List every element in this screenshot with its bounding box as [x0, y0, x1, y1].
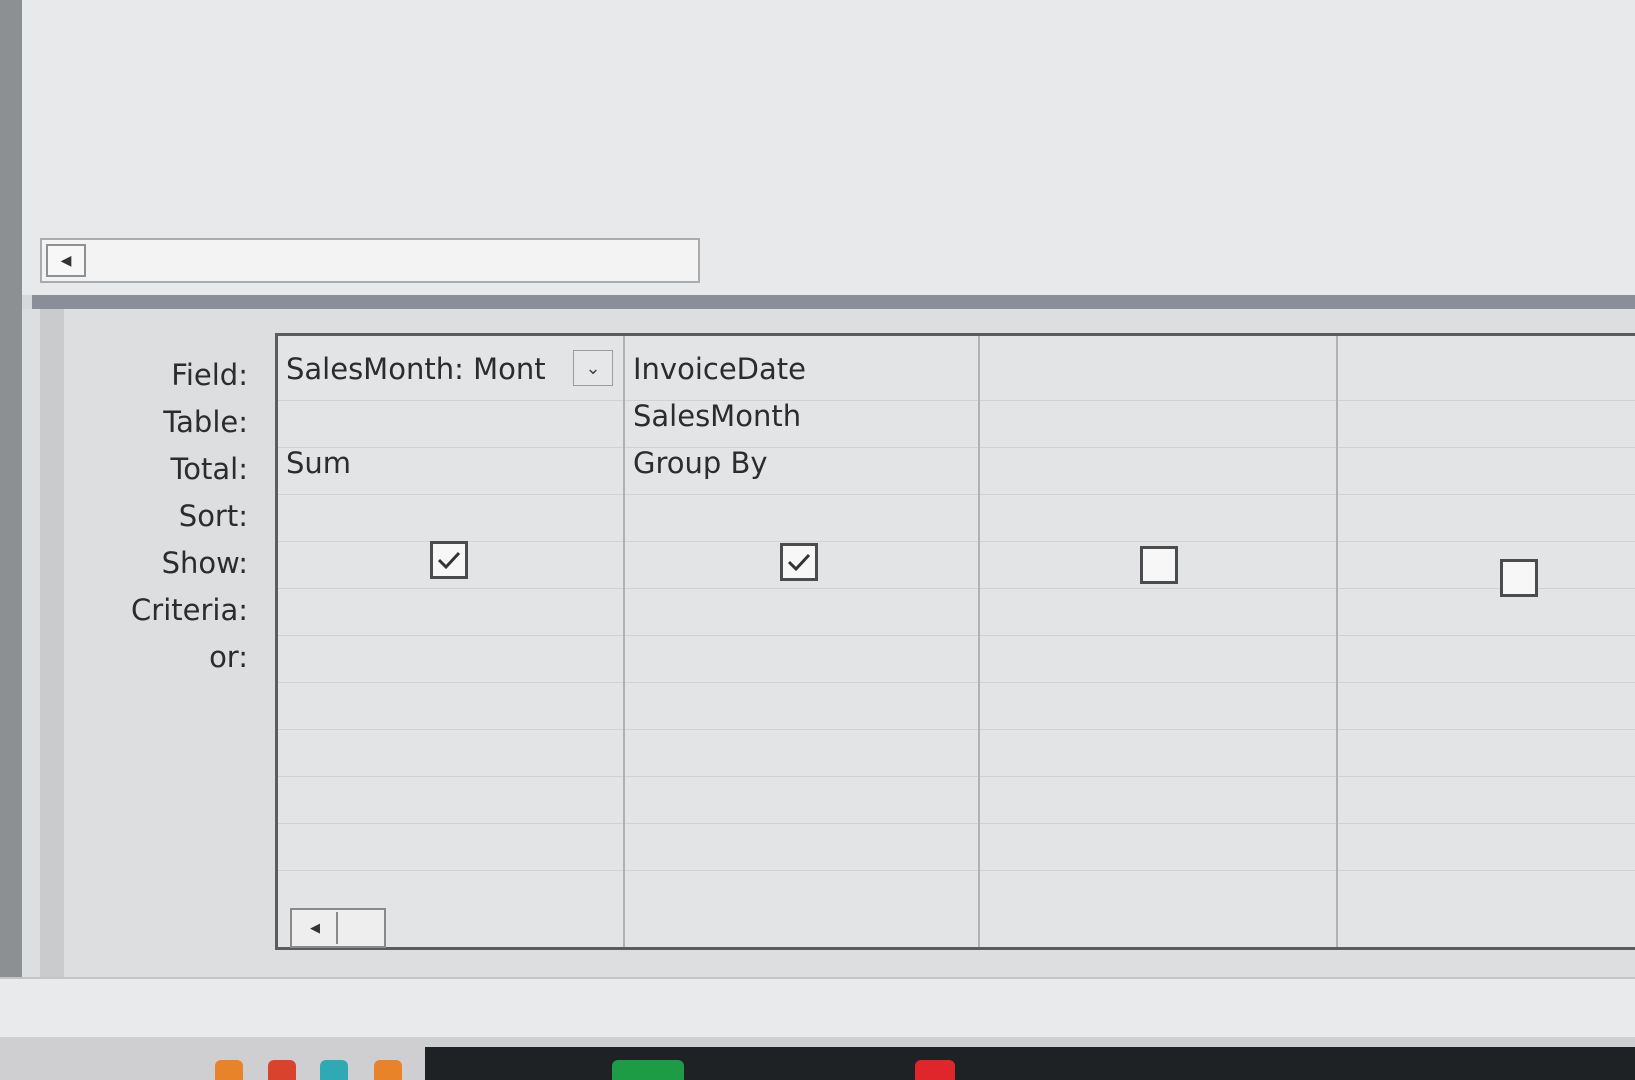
row-label-criteria: Criteria: [131, 593, 248, 627]
table-cell[interactable]: SalesMonth [633, 399, 801, 433]
app-icon[interactable] [915, 1060, 955, 1080]
row-label-field: Field: [171, 358, 248, 392]
field-cell[interactable]: InvoiceDate [633, 352, 963, 386]
total-cell[interactable]: Group By [633, 446, 768, 480]
field-dropdown-button[interactable]: ⌄ [573, 350, 613, 386]
grid-column-2: InvoiceDate SalesMonth Group By [625, 336, 980, 947]
show-checkbox[interactable] [780, 543, 818, 581]
row-label-total: Total: [170, 452, 249, 486]
taskbar-dark-section [425, 1047, 1635, 1080]
checkmark-icon [787, 553, 811, 572]
field-cell[interactable]: SalesMonth: Mont [286, 352, 576, 386]
pane-splitter[interactable] [32, 295, 1635, 309]
row-label-table: Table: [163, 405, 248, 439]
grid-column-4 [1338, 336, 1635, 947]
app-icon[interactable] [268, 1060, 296, 1080]
show-checkbox[interactable] [1500, 559, 1538, 597]
chevron-down-icon: ⌄ [585, 357, 601, 379]
design-grid-left-border [40, 309, 64, 977]
checkmark-icon [437, 551, 461, 570]
row-label-or: or: [209, 640, 248, 674]
row-label-show: Show: [161, 546, 248, 580]
app-icon[interactable] [320, 1060, 348, 1080]
triangle-left-icon: ◀ [310, 920, 320, 936]
row-labels: Field: Table: Total: Sort: Show: Criteri… [64, 352, 248, 681]
window-left-border [0, 0, 22, 980]
scroll-left-button[interactable]: ◀ [46, 244, 86, 277]
triangle-left-icon: ◀ [60, 252, 72, 269]
grid-horizontal-scrollbar[interactable]: ◀ [290, 908, 386, 948]
total-cell[interactable]: Sum [286, 446, 351, 480]
show-checkbox[interactable] [1140, 546, 1178, 584]
app-icon[interactable] [215, 1060, 243, 1080]
query-design-grid[interactable]: SalesMonth: Mont ⌄ Sum InvoiceDate Sales… [275, 333, 1635, 950]
app-icon[interactable] [612, 1060, 684, 1080]
grid-column-3 [980, 336, 1338, 947]
app-icon[interactable] [374, 1060, 402, 1080]
grid-scroll-left-button[interactable]: ◀ [294, 912, 338, 944]
grid-column-1: SalesMonth: Mont ⌄ Sum [278, 336, 625, 947]
row-label-sort: Sort: [178, 499, 248, 533]
status-bar [0, 977, 1635, 1039]
show-checkbox[interactable] [430, 541, 468, 579]
table-pane-horizontal-scrollbar[interactable]: ◀ [40, 238, 700, 283]
